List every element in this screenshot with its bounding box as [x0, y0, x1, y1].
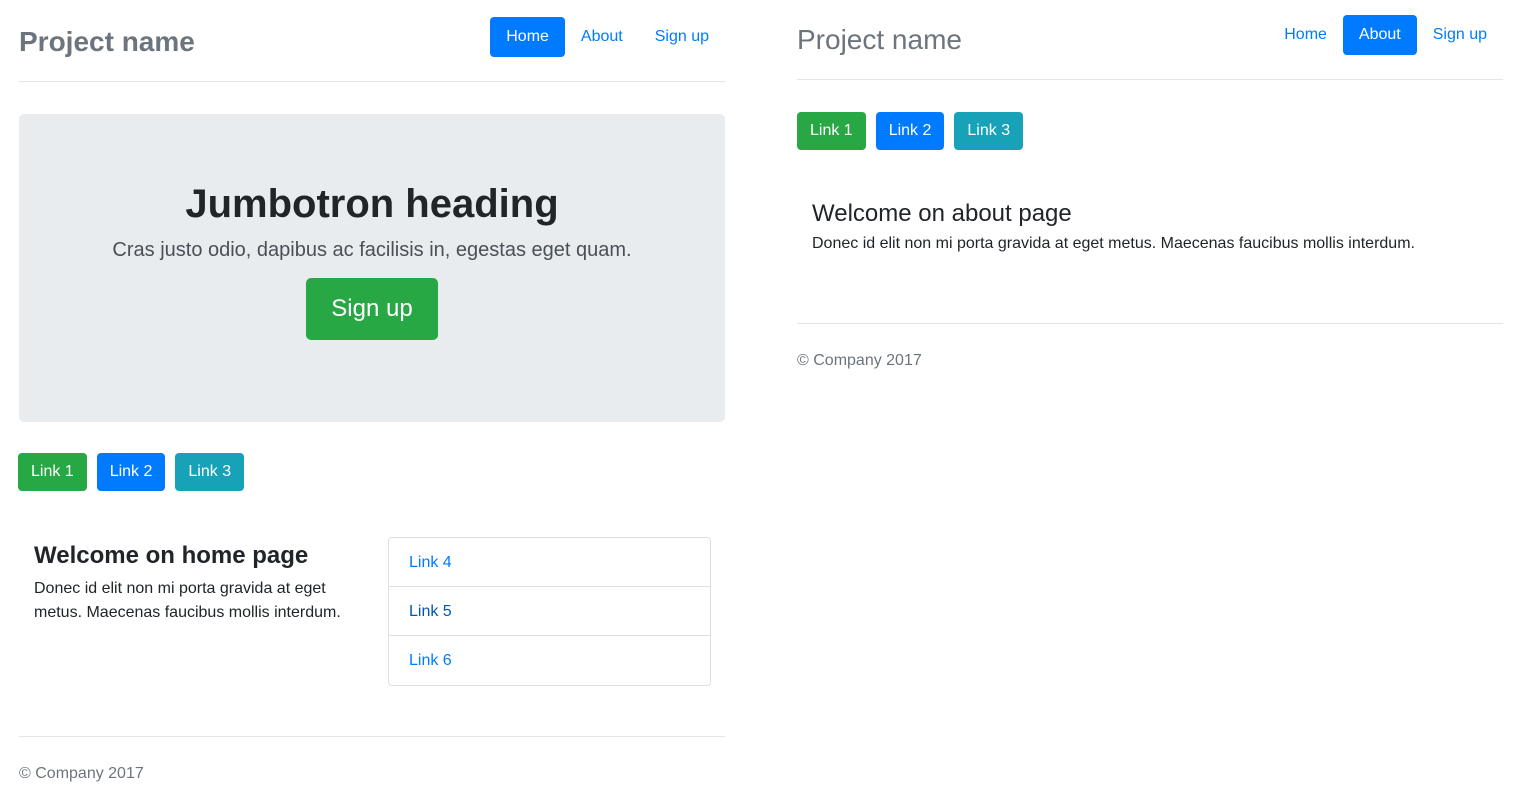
list-item-link-4[interactable]: Link 4 [389, 538, 710, 587]
nav-home[interactable]: Home [490, 17, 565, 57]
welcome-text: Donec id elit non mi porta gravida at eg… [34, 580, 341, 621]
link-2-button[interactable]: Link 2 [96, 453, 166, 491]
link-buttons: Link 1 Link 2 Link 3 [797, 112, 1033, 150]
footer-text: © Company 2017 [797, 352, 922, 369]
link-1-button[interactable]: Link 1 [797, 112, 866, 150]
sign-up-button[interactable]: Sign up [306, 278, 438, 340]
nav-pills: Home About Sign up [490, 17, 725, 57]
nav-sign-up[interactable]: Sign up [1417, 15, 1503, 55]
footer-divider [797, 323, 1503, 324]
brand-title: Project name [19, 26, 195, 57]
list-item-link-5[interactable]: Link 5 [389, 587, 710, 636]
nav-about[interactable]: About [565, 17, 639, 57]
welcome-title: Welcome on home page [34, 542, 309, 569]
link-3-button[interactable]: Link 3 [954, 112, 1024, 150]
nav-pills: Home About Sign up [1268, 15, 1503, 55]
nav-home[interactable]: Home [1268, 15, 1343, 55]
welcome-title: Welcome on about page [812, 200, 1072, 227]
list-item-link-6[interactable]: Link 6 [389, 636, 710, 685]
nav-about[interactable]: About [1342, 15, 1417, 55]
link-3-button[interactable]: Link 3 [175, 453, 245, 491]
link-1-button[interactable]: Link 1 [18, 453, 87, 491]
link-list: Link 4 Link 5 Link 6 [388, 537, 711, 686]
about-page-pane: Project name Home About Sign up Link 1 L… [797, 0, 1503, 369]
jumbotron-lead: Cras justo odio, dapibus ac facilisis in… [112, 239, 632, 261]
header: Project name Home About Sign up [19, 0, 725, 82]
home-page-pane: Project name Home About Sign up Jumbotro… [18, 0, 725, 782]
nav-sign-up[interactable]: Sign up [639, 17, 725, 57]
jumbotron: Jumbotron heading Cras justo odio, dapib… [19, 114, 725, 422]
jumbotron-heading: Jumbotron heading [185, 182, 559, 226]
link-2-button[interactable]: Link 2 [875, 112, 945, 150]
link-buttons: Link 1 Link 2 Link 3 [18, 453, 254, 491]
footer-text: © Company 2017 [19, 765, 144, 782]
brand-title: Project name [797, 24, 962, 55]
footer-divider [19, 736, 725, 737]
welcome-text: Donec id elit non mi porta gravida at eg… [812, 235, 1415, 252]
welcome-section: Welcome on home page Donec id elit non m… [34, 541, 354, 625]
header: Project name Home About Sign up [797, 0, 1503, 80]
welcome-section: Welcome on about page Donec id elit non … [812, 199, 1492, 256]
